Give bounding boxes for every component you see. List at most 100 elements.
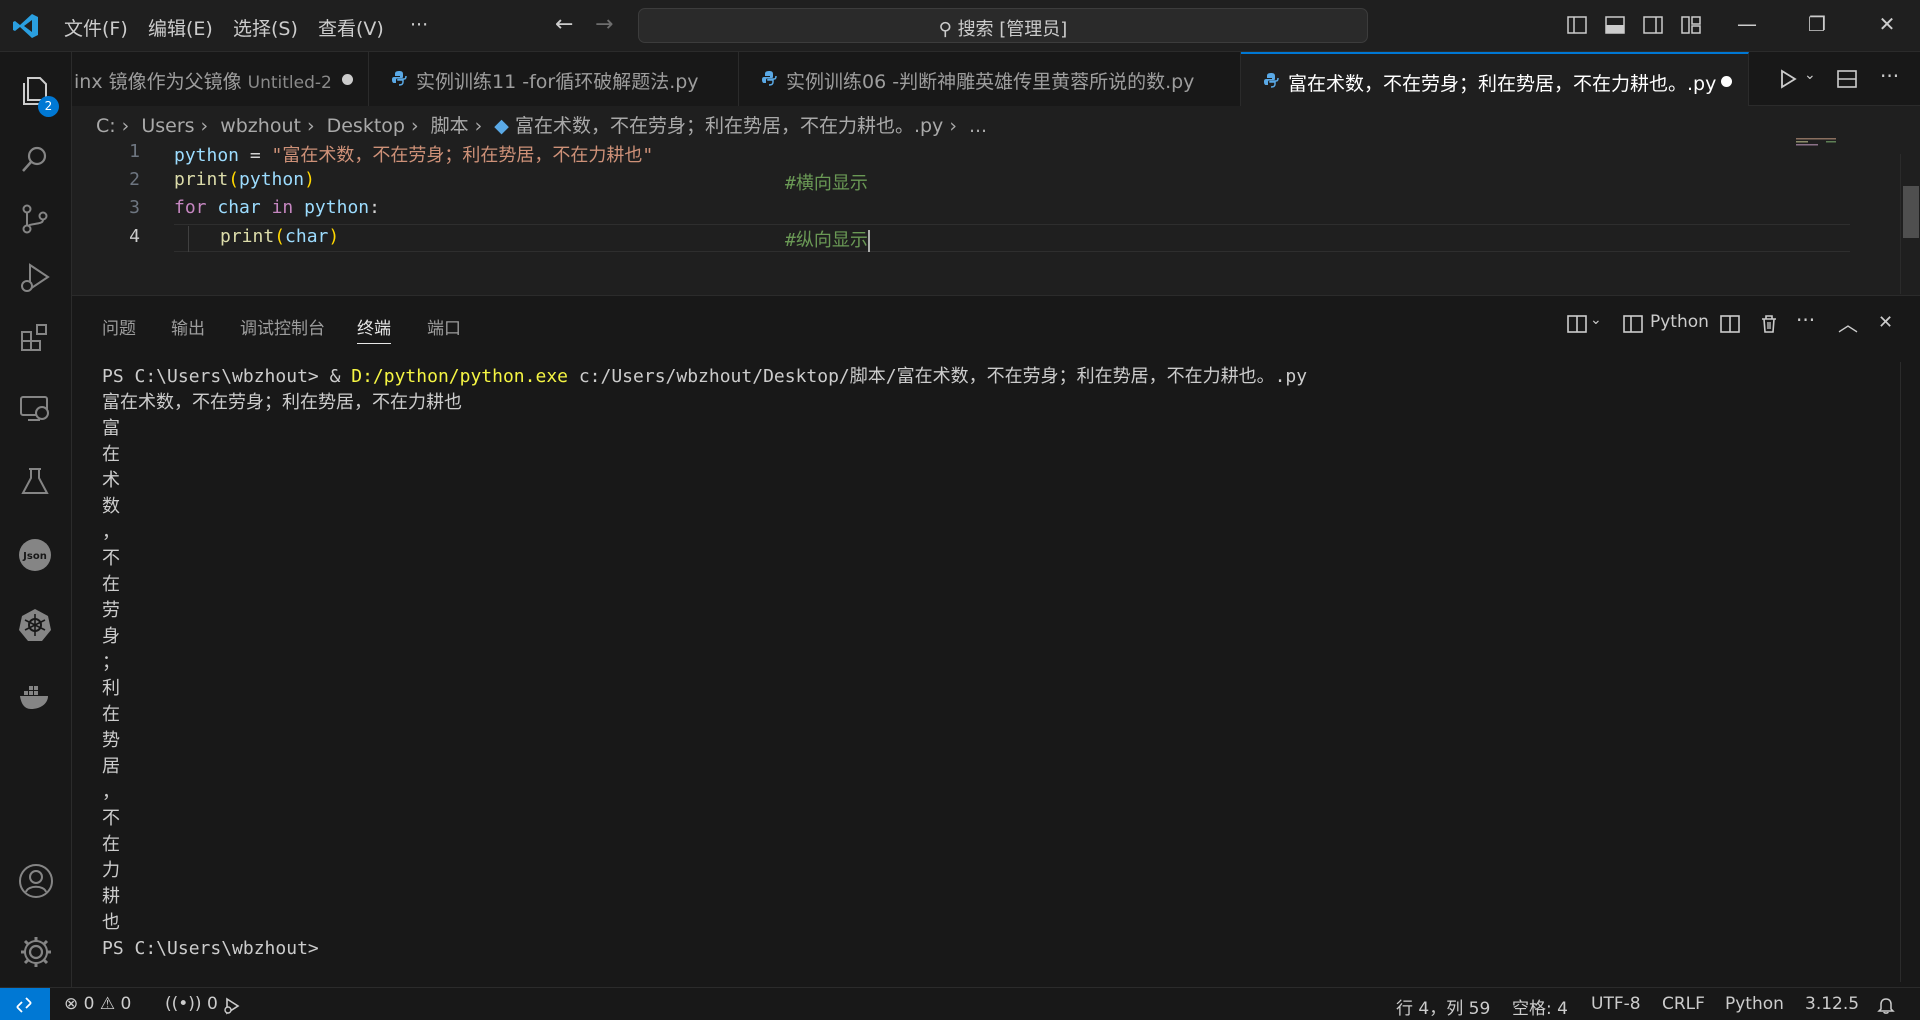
unsaved-dot-icon[interactable] <box>342 74 353 85</box>
terminal-scrollbar[interactable] <box>1900 362 1920 982</box>
accounts-button[interactable] <box>0 847 72 907</box>
tab-sublabel: Untitled-2 <box>247 73 332 93</box>
toggle-panel-icon[interactable] <box>1604 14 1626 36</box>
terminal-char-line: 劳 <box>102 600 120 621</box>
run-debug-button[interactable] <box>0 245 72 305</box>
end-of-line[interactable]: CRLF <box>1662 994 1705 1014</box>
terminal-output[interactable]: PS C:\Users\wbzhout> & D:/python/python.… <box>102 364 1307 962</box>
explorer-button[interactable]: 2 <box>0 58 72 118</box>
terminal-char-line: ， <box>102 782 120 803</box>
indentation[interactable]: 空格: 4 <box>1512 994 1568 1019</box>
scrollbar-thumb[interactable] <box>1903 186 1919 238</box>
tab-terminal[interactable]: 终端 <box>357 314 391 344</box>
close-window-button[interactable]: ✕ <box>1873 12 1901 40</box>
toggle-secondary-sidebar-icon[interactable] <box>1642 14 1664 36</box>
terminal-char-line: 术 <box>102 470 120 491</box>
terminal-char-line: 居 <box>102 756 120 777</box>
back-arrow-icon[interactable]: ← <box>555 12 573 37</box>
tab-debug-console[interactable]: 调试控制台 <box>240 314 325 339</box>
minimap[interactable] <box>1796 136 1856 156</box>
code-line-1[interactable]: python = "富在术数，不在劳身；利在势居，不在力耕也" <box>174 141 653 167</box>
kubernetes-button[interactable] <box>0 592 72 652</box>
new-terminal-split-icon[interactable] <box>1566 312 1588 336</box>
run-chevron-down-icon[interactable]: ⌄ <box>1804 67 1816 83</box>
customize-layout-icon[interactable] <box>1680 14 1702 36</box>
encoding[interactable]: UTF-8 <box>1591 994 1641 1014</box>
breadcrumb-item[interactable]: Desktop <box>327 115 405 137</box>
tab-problems[interactable]: 问题 <box>102 314 136 339</box>
remote-explorer-icon <box>20 396 49 421</box>
tab-label: 实例训练11 -for循环破解题法.py <box>416 71 699 93</box>
terminal-prompt: PS C:\Users\wbzhout> <box>102 938 319 959</box>
breadcrumb-item[interactable]: ... <box>969 115 987 137</box>
menu-file[interactable]: 文件(F) <box>64 14 128 41</box>
line-number: 4 <box>129 226 140 247</box>
terminal-char-line: 不 <box>102 548 120 569</box>
unsaved-dot-icon[interactable] <box>1721 76 1732 87</box>
notifications-bell-icon[interactable] <box>1876 995 1896 1015</box>
more-actions-icon[interactable]: ··· <box>1880 64 1899 88</box>
more-actions-icon[interactable]: ··· <box>1796 308 1815 332</box>
problems-indicator[interactable]: ⊗ 0 ⚠ 0 <box>64 994 131 1014</box>
remote-indicator[interactable] <box>0 988 50 1020</box>
line-number: 2 <box>129 169 140 190</box>
json-extension-button[interactable]: Json <box>0 522 72 582</box>
cursor-position[interactable]: 行 4，列 59 <box>1396 994 1490 1019</box>
tab-ports[interactable]: 端口 <box>427 314 461 339</box>
tab-shendiao[interactable]: 实例训练06 -判断神雕英雄传里黄蓉所说的数.py <box>739 52 1241 106</box>
menu-view[interactable]: 查看(V) <box>318 14 384 41</box>
editor-tabs: inx 镜像作为父镜像 Untitled-2 实例训练11 -for循环破解题法… <box>72 52 1920 106</box>
docker-button[interactable] <box>0 664 72 724</box>
search-view-button[interactable] <box>0 127 72 187</box>
command-center-search[interactable]: ⚲ 搜索 [管理员] <box>638 8 1368 43</box>
debug-run-icon[interactable] <box>222 996 242 1016</box>
warning-count: 0 <box>120 994 132 1014</box>
forward-arrow-icon[interactable]: → <box>595 12 613 37</box>
kubernetes-icon <box>19 609 51 641</box>
code-line-2[interactable]: print(python) <box>174 169 315 190</box>
terminal-chevron-down-icon[interactable]: ⌄ <box>1590 312 1602 336</box>
run-python-file-icon[interactable] <box>1777 68 1799 90</box>
breadcrumb-item[interactable]: 富在术数，不在劳身；利在势居，不在力耕也。.py <box>515 115 943 137</box>
vscode-logo-icon[interactable] <box>12 12 40 40</box>
menu-more[interactable]: ··· <box>410 14 428 36</box>
tab-output[interactable]: 输出 <box>171 314 205 339</box>
language-mode[interactable]: Python <box>1725 994 1784 1014</box>
search-label: 搜索 [管理员] <box>957 19 1068 40</box>
maximize-panel-icon[interactable]: ︿ <box>1838 308 1858 336</box>
comment-token: #纵向显示 <box>785 230 868 251</box>
token: ) <box>328 226 340 247</box>
restore-button[interactable]: ❐ <box>1803 12 1831 40</box>
code-editor[interactable]: 1 2 3 4 python = "富在术数，不在劳身；利在势居，不在力耕也" … <box>72 136 1920 294</box>
status-bar: ⊗ 0 ⚠ 0 ((•)) 0 行 4，列 59 空格: 4 UTF-8 CRL… <box>0 987 1920 1020</box>
tab-untitled-2[interactable]: inx 镜像作为父镜像 Untitled-2 <box>72 52 369 106</box>
ports-indicator[interactable]: ((•)) 0 <box>165 994 218 1014</box>
split-terminal-icon[interactable] <box>1719 312 1741 336</box>
breadcrumb-item[interactable]: Users <box>141 115 194 137</box>
manage-button[interactable] <box>0 918 72 978</box>
minimize-button[interactable]: — <box>1733 12 1761 40</box>
code-line-3[interactable]: for char in python: <box>174 197 380 218</box>
split-editor-icon[interactable] <box>1836 68 1858 90</box>
toggle-primary-sidebar-icon[interactable] <box>1566 14 1588 36</box>
close-panel-icon[interactable]: ✕ <box>1878 312 1893 336</box>
testing-button[interactable] <box>0 449 72 509</box>
breadcrumb-item[interactable]: 脚本 <box>431 115 469 137</box>
tab-active-file[interactable]: 富在术数，不在劳身；利在势居，不在力耕也。.py <box>1241 52 1749 106</box>
editor-scrollbar[interactable] <box>1900 154 1920 294</box>
source-control-button[interactable] <box>0 186 72 246</box>
terminal-char-lines: 富在术数，不在劳身；利在势居，不在力耕也 <box>102 416 1307 936</box>
tab-for-loop[interactable]: 实例训练11 -for循环破解题法.py <box>369 52 739 106</box>
breadcrumb-item[interactable]: C: <box>96 115 116 137</box>
python-interpreter[interactable]: 3.12.5 <box>1805 994 1859 1014</box>
terminal-profile-label[interactable]: Python <box>1650 312 1709 336</box>
extensions-button[interactable] <box>0 304 72 364</box>
menu-selection[interactable]: 选择(S) <box>233 14 298 41</box>
trash-icon[interactable] <box>1758 312 1780 336</box>
remote-explorer-button[interactable] <box>0 376 72 436</box>
code-line-4[interactable]: print(char) <box>220 226 339 247</box>
extensions-icon <box>21 324 47 351</box>
docker-icon <box>20 686 48 709</box>
breadcrumb-item[interactable]: wbzhout <box>220 115 301 137</box>
menu-edit[interactable]: 编辑(E) <box>148 14 213 41</box>
